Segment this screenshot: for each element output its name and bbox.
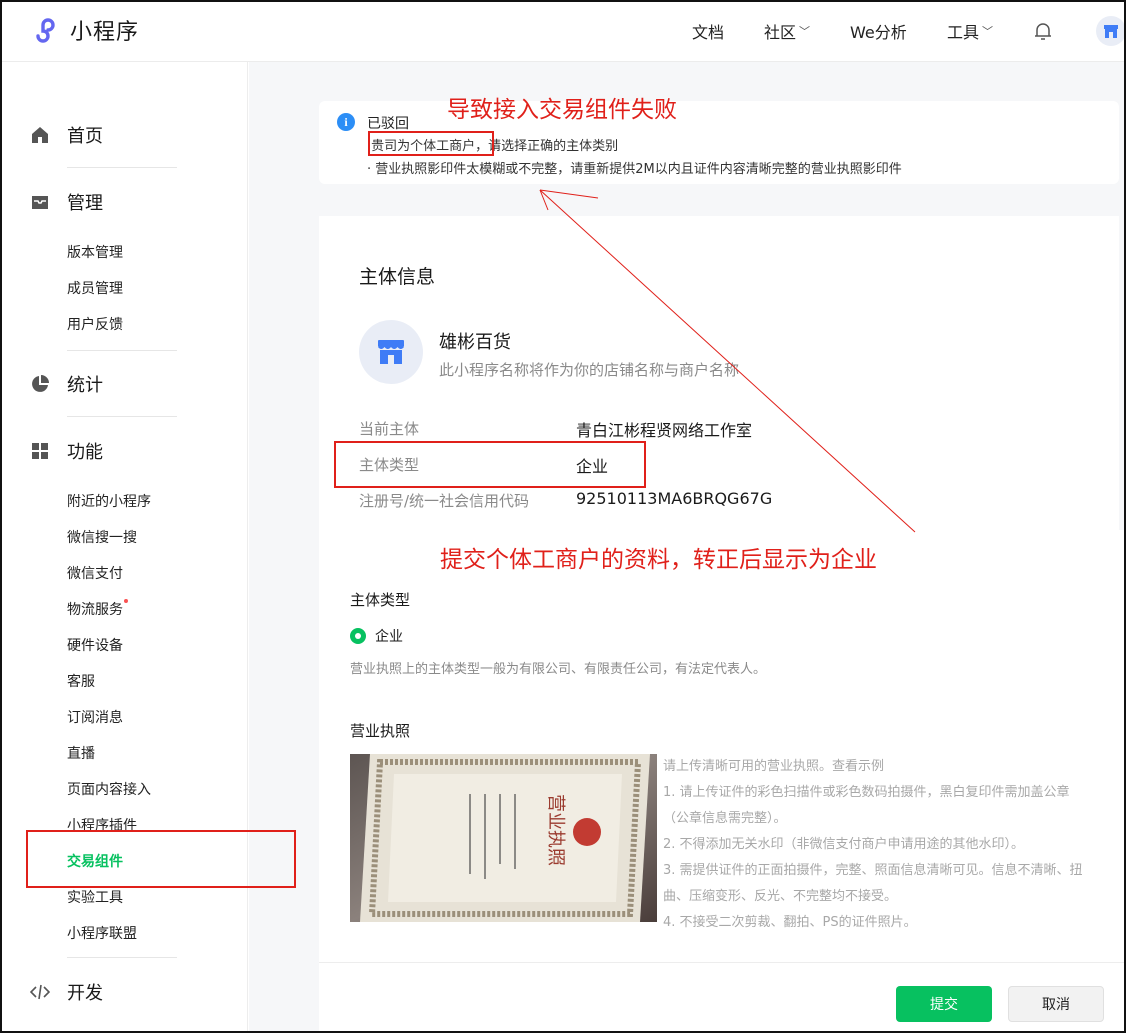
avatar[interactable] (1096, 16, 1126, 46)
sidebar-item-subscribe[interactable]: 订阅消息 (67, 707, 123, 727)
submit-button[interactable]: 提交 (896, 986, 992, 1022)
info-label: 当前主体 (359, 420, 420, 438)
info-value: 92510113MA6BRQG67G (576, 489, 773, 508)
upload-hint: 2. 不得添加无关水印（非微信支付商户申请用途的其他水印）。 (663, 837, 1025, 852)
chevron-down-icon: ﹀ (982, 25, 994, 38)
sidebar-item-content[interactable]: 页面内容接入 (67, 779, 151, 799)
sidebar-item-service[interactable]: 客服 (67, 671, 95, 691)
annotation-box-sidebar (26, 830, 296, 888)
sidebar-item-logistics[interactable]: 物流服务 (67, 599, 128, 619)
entity-type-hint: 营业执照上的主体类型一般为有限公司、有限责任公司，有法定代表人。 (350, 662, 767, 677)
nav-tools[interactable]: 工具 ﹀ (947, 0, 993, 62)
home-icon (30, 125, 50, 145)
upload-hint: 请上传清晰可用的营业执照。查看示例 (663, 759, 885, 774)
miniprogram-logo-icon (36, 18, 55, 43)
annotation-text-middle: 提交个体工商户的资料，转正后显示为企业 (440, 547, 877, 573)
section-title: 主体信息 (359, 266, 436, 288)
nav-docs[interactable]: 文档 (692, 0, 724, 62)
divider (67, 957, 177, 958)
sidebar-item-home[interactable]: 首页 (30, 122, 103, 148)
info-label: 注册号/统一社会信用代码 (359, 492, 530, 510)
notice-reason-2: · 营业执照影印件太模糊或不完整，请重新提供2M以内且证件内容清晰完整的营业执照… (367, 162, 902, 177)
form-footer: 提交 取消 (319, 962, 1126, 1033)
logo-text: 小程序 (70, 20, 140, 45)
info-value: 青白江彬程贤网络工作室 (576, 421, 753, 440)
sidebar-item-version[interactable]: 版本管理 (67, 242, 123, 262)
entity-type-label: 主体类型 (350, 591, 411, 609)
cancel-button[interactable]: 取消 (1008, 986, 1104, 1022)
grid-icon (30, 441, 50, 461)
sidebar-item-features[interactable]: 功能 (30, 438, 103, 464)
sidebar-item-manage[interactable]: 管理 (30, 189, 103, 215)
store-icon (359, 320, 423, 384)
sidebar-item-stats[interactable]: 统计 (30, 371, 103, 397)
sidebar-item-lab[interactable]: 实验工具 (67, 887, 123, 907)
license-photo-text: 营业执照 (545, 794, 566, 866)
sidebar-item-live[interactable]: 直播 (67, 743, 95, 763)
chevron-down-icon: ﹀ (799, 25, 811, 38)
nav-community[interactable]: 社区 ﹀ (764, 0, 810, 62)
annotation-box-entity-type (334, 441, 646, 488)
sidebar-item-union[interactable]: 小程序联盟 (67, 923, 137, 943)
logo[interactable]: 小程序 (30, 14, 139, 46)
bell-icon[interactable] (1032, 20, 1054, 42)
sidebar-item-hardware[interactable]: 硬件设备 (67, 635, 123, 655)
notice-title: 已驳回 (367, 116, 409, 132)
entity-type-radio[interactable] (350, 628, 366, 644)
nav-we-analysis[interactable]: We分析 (850, 0, 907, 62)
store-description: 此小程序名称将作为你的店铺名称与商户名称 (439, 361, 740, 379)
sidebar-item-dev[interactable]: 开发 (30, 979, 103, 1005)
info-icon: i (337, 113, 355, 131)
store-name: 雄彬百货 (439, 332, 511, 353)
annotation-text-top: 导致接入交易组件失败 (447, 97, 677, 123)
license-image[interactable]: 营业执照 (350, 754, 657, 922)
divider (67, 167, 177, 168)
notification-dot (124, 599, 128, 603)
sidebar-item-pay[interactable]: 微信支付 (67, 563, 123, 583)
upload-hint: 1. 请上传证件的彩色扫描件或彩色数码拍摄件，黑白复印件需加盖公章（公章信息需完… (663, 785, 1070, 826)
sidebar-item-members[interactable]: 成员管理 (67, 278, 123, 298)
pie-chart-icon (30, 374, 50, 394)
top-bar: 小程序 文档 社区 ﹀ We分析 工具 ﹀ (0, 0, 1126, 62)
entity-form: 主体类型 企业 营业执照上的主体类型一般为有限公司、有限责任公司，有法定代表人。… (319, 530, 1126, 962)
radio-label[interactable]: 企业 (375, 626, 403, 646)
sidebar-item-feedback[interactable]: 用户反馈 (67, 314, 123, 334)
upload-hint: 4. 不接受二次剪裁、翻拍、PS的证件照片。 (663, 915, 917, 930)
sidebar-item-search[interactable]: 微信搜一搜 (67, 527, 137, 547)
inbox-icon (30, 192, 50, 212)
store-icon (1104, 25, 1118, 38)
divider (67, 350, 177, 351)
divider (67, 416, 177, 417)
upload-hint: 3. 需提供证件的正面拍摄件，完整、照面信息清晰可见。信息不清晰、扭曲、压缩变形… (663, 863, 1083, 904)
annotation-box-notice (368, 131, 494, 156)
sidebar-item-nearby[interactable]: 附近的小程序 (67, 491, 151, 511)
license-label: 营业执照 (350, 722, 411, 740)
code-icon (30, 982, 50, 1002)
upload-hints: 请上传清晰可用的营业执照。查看示例 1. 请上传证件的彩色扫描件或彩色数码拍摄件… (663, 754, 1093, 936)
